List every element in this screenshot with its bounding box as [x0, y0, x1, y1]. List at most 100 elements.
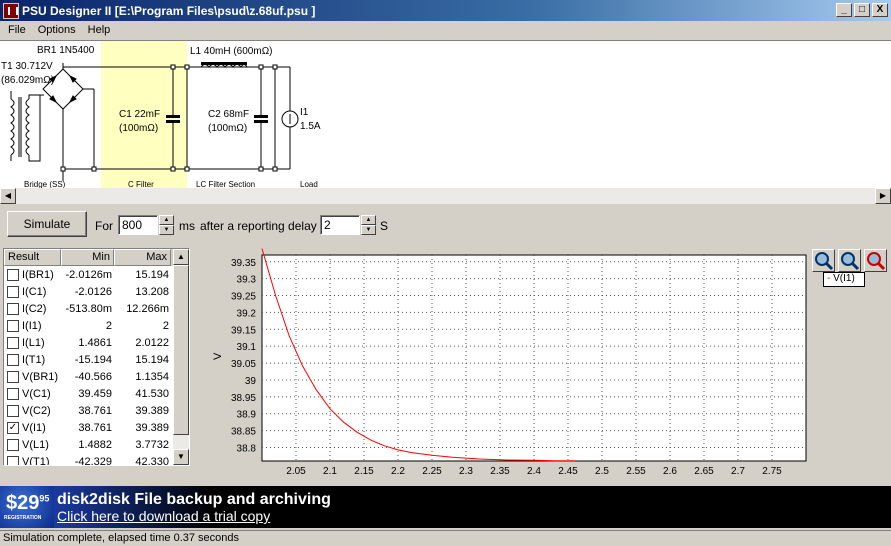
y-tick-label: 38.95 [231, 393, 256, 404]
x-tick-label: 2.3 [459, 466, 473, 477]
c1-label: C1 22mF [119, 109, 160, 120]
result-max: 42.330 [135, 455, 169, 466]
results-vertical-scrollbar[interactable]: ▲ ▼ [173, 249, 189, 465]
y-tick-label: 38.8 [237, 443, 257, 454]
transformer-primary [10, 98, 15, 156]
table-row[interactable]: V(T1) -42.329 42.330 [4, 453, 189, 466]
result-min: 38.761 [78, 421, 112, 434]
result-checkbox[interactable] [7, 387, 19, 400]
table-row[interactable]: V(C1) 39.459 41.530 [4, 385, 189, 402]
scroll-up-button[interactable]: ▲ [173, 249, 189, 265]
c2-symbol [254, 115, 268, 118]
zoom-out-icon[interactable] [864, 249, 887, 272]
price-cents: 95 [39, 493, 50, 504]
table-row[interactable]: I(L1) 1.4861 2.0122 [4, 334, 189, 351]
result-checkbox[interactable] [7, 353, 19, 366]
minimize-button[interactable]: _ [836, 3, 852, 17]
result-name: I(C2) [22, 302, 47, 315]
scroll-track[interactable] [16, 188, 875, 204]
table-row[interactable]: V(L1) 1.4882 3.7732 [4, 436, 189, 453]
schematic-horizontal-scrollbar[interactable]: ◀ ▶ [0, 188, 891, 204]
result-checkbox[interactable] [7, 302, 19, 315]
voltage-chart[interactable]: 39.35 39.3 39.25 39.2 39.15 39.1 39.05 39 38.95 3… [191, 247, 888, 485]
result-checkbox[interactable] [7, 404, 19, 417]
scroll-right-button[interactable]: ▶ [875, 188, 891, 204]
result-max: 3.7732 [135, 438, 169, 451]
result-min: 39.459 [78, 387, 112, 400]
x-tick-label: 2.75 [762, 466, 782, 477]
result-checkbox[interactable] [7, 285, 19, 298]
result-name: I(L1) [22, 336, 45, 349]
result-checkbox[interactable] [7, 455, 19, 465]
inductor-core [201, 62, 247, 65]
table-row[interactable]: I(C2) -513.80m 12.266m [4, 300, 189, 317]
menu-file[interactable]: File [2, 24, 32, 36]
banner-headline: disk2disk File backup and archiving [57, 491, 331, 508]
result-min: -15.194 [74, 353, 112, 366]
zoom-in-icon[interactable] [812, 249, 835, 272]
result-max: 13.208 [135, 285, 169, 298]
result-checkbox[interactable]: ✓ [7, 421, 19, 434]
table-row[interactable]: V(C2) 38.761 39.389 [4, 402, 189, 419]
result-max: 15.194 [135, 353, 169, 366]
i1-label: I1 [300, 107, 309, 118]
result-max: 1.1354 [135, 370, 169, 383]
result-checkbox[interactable] [7, 370, 19, 383]
result-checkbox[interactable] [7, 336, 19, 349]
download-trial-link[interactable]: Click here to download a trial copy [57, 508, 270, 524]
y-tick-label: 39.25 [231, 292, 256, 303]
result-name: I(I1) [22, 319, 42, 332]
x-tick-label: 2.4 [527, 466, 541, 477]
y-tick-label: 38.9 [237, 410, 257, 421]
app-icon[interactable] [3, 2, 19, 19]
column-header-result[interactable]: Result [4, 249, 61, 266]
y-tick-label: 39.3 [237, 275, 257, 286]
menu-help[interactable]: Help [82, 24, 117, 36]
x-tick-label: 2.15 [354, 466, 374, 477]
column-header-min[interactable]: Min [61, 249, 114, 266]
duration-input[interactable]: 800 [118, 215, 158, 235]
menu-options[interactable]: Options [32, 24, 82, 36]
result-name: V(BR1) [22, 370, 59, 383]
x-tick-label: 2.65 [694, 466, 714, 477]
column-header-max[interactable]: Max [114, 249, 171, 266]
close-button[interactable]: X [872, 3, 888, 17]
x-tick-label: 2.2 [391, 466, 405, 477]
scroll-left-button[interactable]: ◀ [0, 188, 16, 204]
price-value: $29 [6, 492, 40, 514]
table-row[interactable]: V(BR1) -40.566 1.1354 [4, 368, 189, 385]
scroll-thumb[interactable] [173, 265, 189, 435]
result-min: 38.761 [78, 404, 112, 417]
zoom-fit-icon[interactable] [838, 249, 861, 272]
table-row[interactable]: I(T1) -15.194 15.194 [4, 351, 189, 368]
result-checkbox[interactable] [7, 268, 19, 281]
advertisement-banner[interactable]: $2995 REGISTRATION disk2disk File backup… [0, 486, 891, 528]
result-name: V(L1) [22, 438, 49, 451]
price-note: REGISTRATION [4, 515, 42, 521]
result-min: -40.566 [74, 370, 112, 383]
c1-resistance: (100mΩ) [119, 123, 158, 134]
transformer-secondary [25, 98, 30, 156]
maximize-button[interactable]: □ [854, 3, 870, 17]
table-row[interactable]: ✓ V(I1) 38.761 39.389 [4, 419, 189, 436]
y-tick-label: 39.35 [231, 258, 256, 269]
result-max: 39.389 [135, 404, 169, 417]
result-checkbox[interactable] [7, 438, 19, 451]
result-name: V(T1) [22, 455, 50, 466]
delay-input[interactable]: 2 [320, 215, 360, 235]
schematic-diagram: BR1 1N5400 T1 30.712V (86.029mΩ) C1 22mF… [1, 41, 321, 189]
result-checkbox[interactable] [7, 319, 19, 332]
scroll-down-button[interactable]: ▼ [173, 449, 189, 465]
table-row[interactable]: I(C1) -2.0126 13.208 [4, 283, 189, 300]
title-bar: PSU Designer II [E:\Program Files\psud\z… [0, 0, 891, 21]
x-tick-label: 2.6 [663, 466, 677, 477]
delay-spinner[interactable]: ▲ ▼ [361, 215, 376, 235]
schematic-canvas[interactable]: BR1 1N5400 T1 30.712V (86.029mΩ) C1 22mF… [0, 40, 891, 204]
table-row[interactable]: I(BR1) -2.0126m 15.194 [4, 266, 189, 283]
table-row[interactable]: I(I1) 2 2 [4, 317, 189, 334]
x-tick-label: 2.55 [626, 466, 646, 477]
simulate-button[interactable]: Simulate [7, 211, 87, 237]
l1-label: L1 40mH (600mΩ) [190, 46, 273, 57]
duration-spinner[interactable]: ▲ ▼ [159, 215, 174, 235]
chart-legend: - V(I1) [823, 272, 865, 287]
